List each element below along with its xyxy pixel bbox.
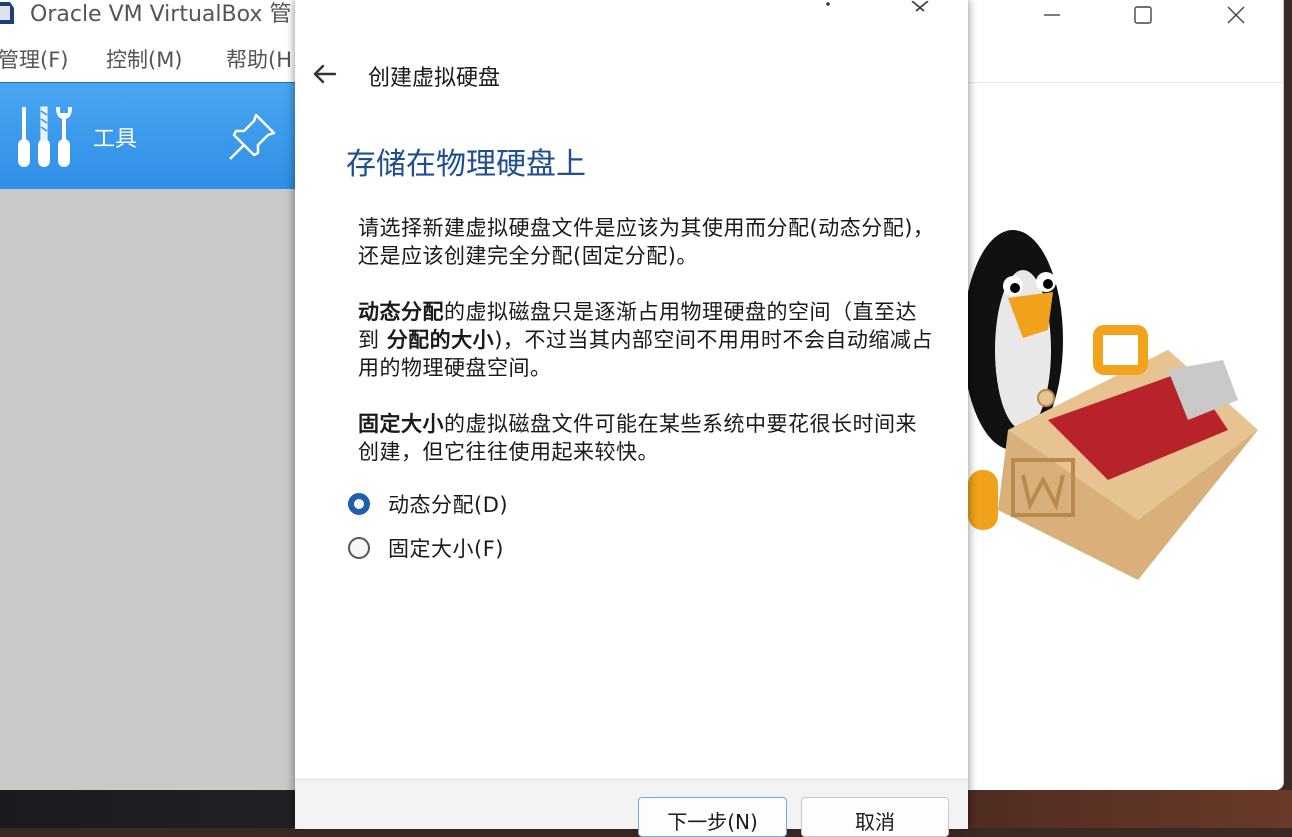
menu-control[interactable]: 控制(M) bbox=[106, 44, 183, 74]
back-button[interactable] bbox=[309, 60, 341, 88]
next-button[interactable]: 下一步(N) bbox=[638, 797, 787, 837]
radio-button-dynamic[interactable] bbox=[348, 493, 370, 515]
description-paragraph: 请选择新建虚拟硬盘文件是应该为其使用而分配(动态分配)，还是应该创建完全分配(固… bbox=[358, 216, 935, 268]
arrow-left-icon bbox=[313, 64, 337, 84]
radio-fixed-size[interactable]: 固定大小(F) bbox=[348, 533, 504, 563]
dynamic-allocation-paragraph: 动态分配的虚拟磁盘只是逐渐占用物理硬盘的空间（直至达到 分配的大小)，不过当其内… bbox=[358, 298, 938, 382]
maximize-button[interactable] bbox=[1120, 0, 1166, 30]
virtualbox-mascot-illustration bbox=[968, 230, 1258, 580]
menu-manage[interactable]: 管理(F) bbox=[0, 44, 68, 74]
radio-button-fixed[interactable] bbox=[348, 537, 370, 559]
minimize-icon bbox=[1044, 14, 1060, 16]
dialog-title: 创建虚拟硬盘 bbox=[368, 66, 501, 91]
pin-icon[interactable] bbox=[226, 111, 278, 163]
minimize-button[interactable] bbox=[1029, 0, 1075, 30]
radio-dynamic-allocation[interactable]: 动态分配(D) bbox=[348, 489, 508, 519]
maximize-icon bbox=[1134, 6, 1152, 24]
window-title: Oracle VM VirtualBox 管 bbox=[30, 2, 292, 27]
close-icon bbox=[1227, 6, 1245, 24]
tools-toolbar: 工具 bbox=[0, 82, 296, 189]
page-heading: 存储在物理硬盘上 bbox=[346, 147, 586, 182]
fixed-size-paragraph: 固定大小的虚拟磁盘文件可能在某些系统中要花很长时间来创建，但它往往使用起来较快。 bbox=[358, 410, 938, 466]
dialog-menu-button[interactable] bbox=[813, 0, 843, 16]
radio-label-fixed[interactable]: 固定大小(F) bbox=[388, 533, 504, 563]
create-virtual-disk-dialog: 创建虚拟硬盘 存储在物理硬盘上 请选择新建虚拟硬盘文件是应该为其使用而分配(动态… bbox=[295, 0, 968, 837]
more-vertical-icon bbox=[826, 2, 830, 6]
dynamic-allocation-term: 动态分配 bbox=[358, 300, 444, 324]
close-icon bbox=[911, 1, 929, 12]
tools-icon bbox=[18, 106, 72, 167]
cancel-button[interactable]: 取消 bbox=[801, 797, 949, 837]
allocated-size-term: 分配的大小 bbox=[386, 328, 495, 352]
close-window-button[interactable] bbox=[1213, 0, 1259, 30]
virtualbox-logo-icon bbox=[0, 2, 14, 24]
machine-list-pane bbox=[0, 189, 296, 790]
fixed-size-term: 固定大小 bbox=[358, 412, 444, 436]
menu-help[interactable]: 帮助(H bbox=[226, 44, 292, 74]
dialog-close-button[interactable] bbox=[905, 0, 935, 16]
radio-label-dynamic[interactable]: 动态分配(D) bbox=[388, 489, 508, 519]
tools-label[interactable]: 工具 bbox=[93, 121, 137, 153]
